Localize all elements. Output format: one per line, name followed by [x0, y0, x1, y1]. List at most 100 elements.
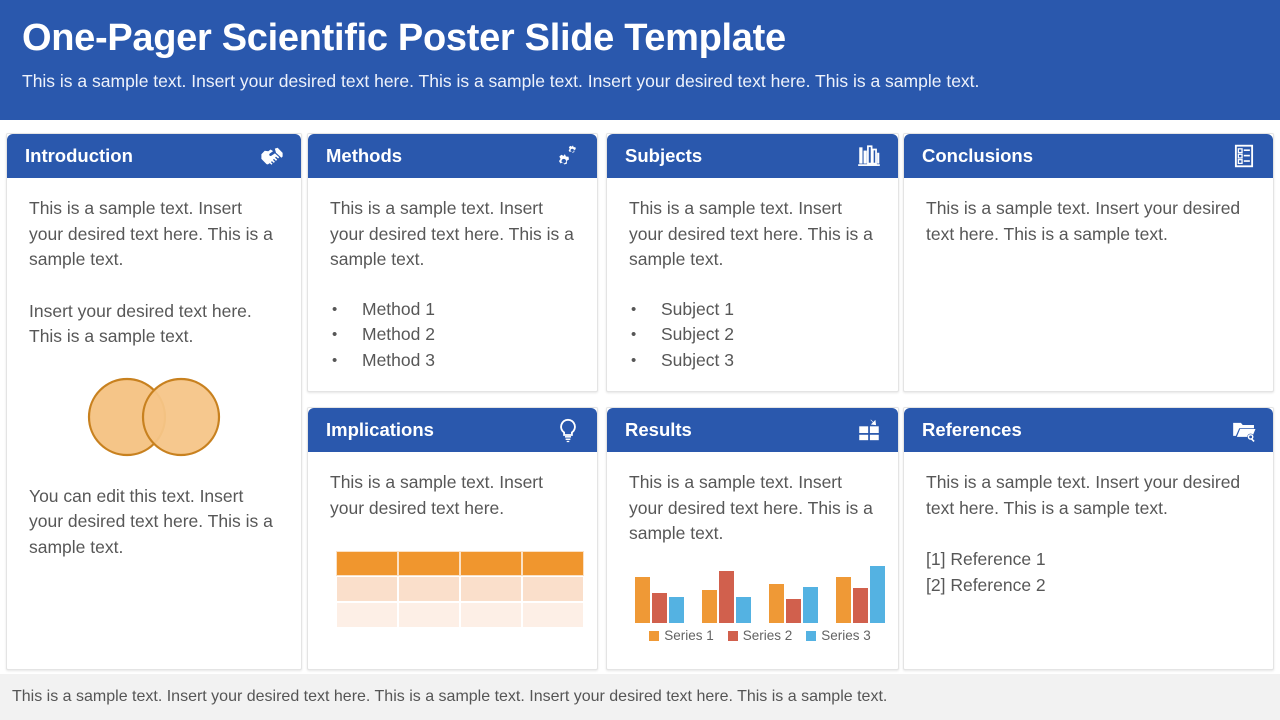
chart-legend: Series 1 Series 2 Series 3	[631, 628, 889, 644]
card-methods[interactable]: Methods This is a sample text. Insert yo…	[307, 133, 598, 392]
references-paragraph-1: This is a sample text. Insert your desir…	[926, 472, 1241, 518]
chart-bar	[736, 596, 751, 623]
methods-paragraph-1: This is a sample text. Insert your desir…	[330, 198, 574, 269]
card-title-references: References	[922, 419, 1022, 440]
legend-label: Series 3	[821, 627, 871, 643]
legend-swatch	[727, 630, 738, 641]
card-title-subjects: Subjects	[625, 145, 703, 166]
chart-bar	[669, 596, 684, 623]
table-cell	[522, 576, 584, 602]
handshake-icon	[259, 143, 285, 169]
table-cell	[460, 602, 522, 628]
intro-paragraph-3: You can edit this text. Insert your desi…	[29, 485, 273, 557]
chart-plot-area	[631, 563, 889, 623]
card-header-conclusions: Conclusions	[904, 134, 1273, 178]
chart-bar	[803, 586, 818, 623]
table-cell	[460, 551, 522, 576]
gears-icon	[555, 143, 581, 169]
card-header-implications: Implications	[308, 408, 597, 452]
checklist-icon	[1231, 143, 1257, 169]
card-body-implications: This is a sample text. Insert your desir…	[308, 452, 597, 628]
reference-list: [1] Reference 1 [2] Reference 2	[926, 547, 1251, 598]
conclusions-paragraph-1: This is a sample text. Insert your desir…	[926, 198, 1241, 244]
intro-paragraph-2: Insert your desired text here. This is a…	[29, 300, 252, 347]
legend-label: Series 1	[664, 627, 714, 643]
puzzle-icon	[856, 417, 882, 443]
table-row	[336, 551, 584, 576]
page-subtitle: This is a sample text. Insert your desir…	[22, 71, 980, 91]
results-paragraph-1: This is a sample text. Insert your desir…	[629, 472, 873, 543]
subjects-paragraph-1: This is a sample text. Insert your desir…	[629, 198, 873, 269]
bar-chart: Series 1 Series 2 Series 3	[631, 563, 889, 644]
bar-group	[702, 570, 751, 623]
table-cell	[398, 551, 460, 576]
table-cell	[398, 602, 460, 628]
list-item: Subject 1	[629, 297, 876, 323]
card-subjects[interactable]: Subjects This is a sample text. Insert y…	[606, 133, 899, 392]
chart-bar	[769, 583, 784, 623]
card-header-results: Results	[607, 408, 898, 452]
table-cell	[336, 551, 398, 576]
card-implications[interactable]: Implications This is a sample text. Inse…	[307, 407, 598, 670]
chart-bar	[836, 576, 851, 623]
legend-item: Series 1	[649, 628, 714, 644]
list-item: [2] Reference 2	[926, 574, 1046, 595]
card-header-introduction: Introduction	[7, 134, 301, 178]
card-header-subjects: Subjects	[607, 134, 898, 178]
card-results[interactable]: Results This is a sample text. Insert yo…	[606, 407, 899, 670]
chart-bar	[853, 587, 868, 623]
card-title-conclusions: Conclusions	[922, 145, 1034, 166]
table-cell	[522, 602, 584, 628]
card-body-methods: This is a sample text. Insert your desir…	[308, 178, 597, 373]
table-cell	[336, 576, 398, 602]
legend-label: Series 2	[742, 627, 793, 643]
chart-bar	[870, 565, 885, 623]
table-cell	[336, 602, 398, 628]
books-icon	[856, 143, 882, 169]
folder-search-icon	[1231, 417, 1257, 443]
legend-swatch	[649, 630, 660, 641]
list-item: Method 1	[330, 297, 575, 323]
table-cell	[398, 576, 460, 602]
card-introduction[interactable]: Introduction This is a sample text. Inse…	[6, 133, 302, 670]
chart-bar	[719, 570, 734, 623]
table-row	[336, 602, 584, 628]
table-row	[336, 576, 584, 602]
chart-bar	[702, 589, 717, 623]
legend-swatch	[806, 630, 817, 641]
slide-footer: This is a sample text. Insert your desir…	[0, 674, 1280, 720]
card-body-introduction: This is a sample text. Insert your desir…	[7, 178, 301, 560]
lightbulb-icon	[555, 417, 581, 443]
card-title-methods: Methods	[326, 145, 403, 166]
table-cell	[522, 551, 584, 576]
card-header-references: References	[904, 408, 1273, 452]
list-item: Subject 3	[629, 348, 876, 374]
list-item: Method 2	[330, 322, 575, 348]
implications-paragraph-1: This is a sample text. Insert your desir…	[330, 472, 543, 518]
page-title: One-Pager Scientific Poster Slide Templa…	[22, 17, 786, 59]
legend-item: Series 3	[806, 628, 871, 644]
card-body-references: This is a sample text. Insert your desir…	[904, 452, 1273, 598]
card-header-methods: Methods	[308, 134, 597, 178]
table-cell	[460, 576, 522, 602]
card-body-conclusions: This is a sample text. Insert your desir…	[904, 178, 1273, 247]
bar-group	[836, 565, 885, 623]
chart-bar	[635, 576, 650, 623]
table-placeholder	[336, 551, 584, 628]
chart-bar	[652, 592, 667, 623]
list-item: Method 3	[330, 348, 575, 374]
poster-slide: One-Pager Scientific Poster Slide Templa…	[0, 0, 1280, 720]
list-item: [1] Reference 1	[926, 549, 1046, 569]
methods-bullet-list: Method 1 Method 2 Method 3	[330, 297, 575, 374]
footer-text: This is a sample text. Insert your desir…	[12, 688, 888, 705]
card-body-results: This is a sample text. Insert your desir…	[607, 452, 898, 644]
card-title-implications: Implications	[326, 419, 434, 440]
card-title-results: Results	[625, 419, 692, 440]
card-references[interactable]: References This is a sample text. Insert…	[903, 407, 1274, 670]
venn-diagram	[29, 376, 279, 458]
card-conclusions[interactable]: Conclusions This is a sample text. Inser…	[903, 133, 1274, 392]
chart-bar	[786, 598, 801, 623]
legend-item: Series 2	[727, 627, 793, 644]
card-body-subjects: This is a sample text. Insert your desir…	[607, 178, 898, 373]
list-item: Subject 2	[629, 322, 876, 348]
